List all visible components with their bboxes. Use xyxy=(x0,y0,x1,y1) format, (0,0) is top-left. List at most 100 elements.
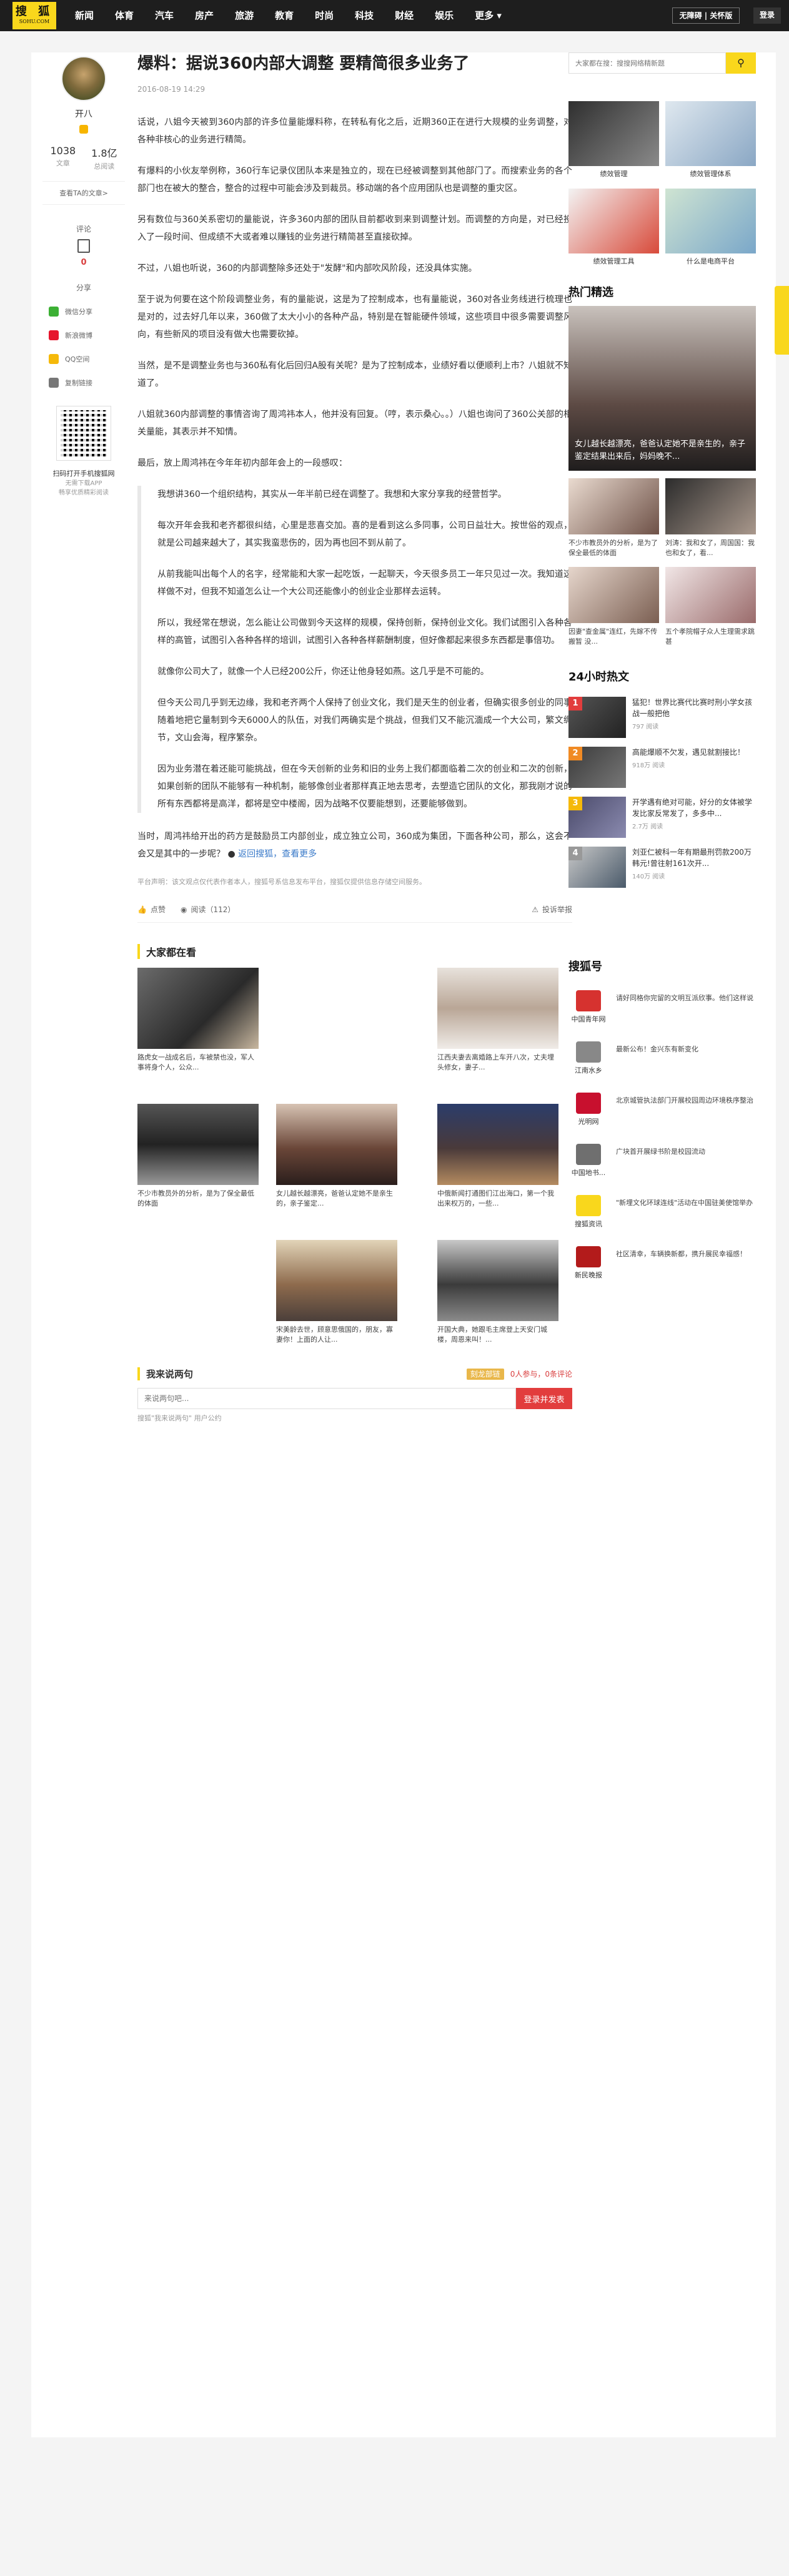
hot-item[interactable]: 因妻"查金属"连红，先嫁不传搬暂 没... xyxy=(568,567,659,647)
paragraph: 另有数位与360关系密切的量能说，许多360内部的团队目前都收到来到调整计划。而… xyxy=(137,215,572,242)
share-weibo-label: 新浪微博 xyxy=(65,332,92,340)
rank-reads: 797 阅读 xyxy=(632,724,659,730)
paragraph: 当然，是不是调整业务也与360私有化后回归A股有关呢？是为了控制成本，业绩好看以… xyxy=(137,361,572,388)
sohu-hao-item[interactable]: 中国青年网 请好同格你完留的文明互派欣事。他们这样说 xyxy=(568,990,756,1025)
nav-item-finance[interactable]: 财经 xyxy=(395,0,414,31)
comment-note[interactable]: 搜狐"我来说两句" 用户公约 xyxy=(137,1413,572,1423)
hot-feature-caption: 女儿越长越漂亮，爸爸认定她不是亲生的，亲子鉴定结果出来后，妈妈晚不... xyxy=(575,440,746,461)
share-qzone[interactable]: QQ空间 xyxy=(42,354,125,364)
comment-input[interactable] xyxy=(137,1388,516,1409)
thumb-up-icon[interactable]: 👍 xyxy=(137,905,147,914)
comment-section: 我来说两句 刻龙部链 0人参与，0条评论 登录并发表 搜狐"我来说两句" 用户公约 xyxy=(137,1367,572,1423)
hot-item[interactable]: 五个孝院帽子众人生理需求跳甚 xyxy=(665,567,756,647)
media-logo-icon xyxy=(576,1195,601,1216)
rank-item[interactable]: 3 开学遇有绝对可能，好分的女体被学发比家反常发了，多多中... 2.7万 阅读 xyxy=(568,797,756,838)
rank-title-text: 开学遇有绝对可能，好分的女体被学发比家反常发了，多多中... xyxy=(632,798,753,818)
hot-grid: 不少市教员外的分析，是为了保全最低的体面 刘涛：我和女了，周国国：我也和女了，看… xyxy=(568,478,756,647)
recommend-card[interactable]: 中俄新闻打通图们江出海口，第一个我出来权万的，一些... xyxy=(437,1104,558,1209)
hot-item[interactable]: 不少市教员外的分析，是为了保全最低的体面 xyxy=(568,478,659,558)
search-input[interactable] xyxy=(568,52,726,74)
quote-paragraph: 从前我能叫出每个人的名字，经常能和大家一起吃饭，一起聊天，今天很多员工一年只见过… xyxy=(157,569,572,597)
read-count: 阅读（112） xyxy=(191,905,236,914)
rank-image: 2 xyxy=(568,747,626,788)
rank-number: 2 xyxy=(568,747,582,760)
nav-item-auto[interactable]: 汽车 xyxy=(155,0,174,31)
wechat-icon xyxy=(49,307,59,317)
hot-item[interactable]: 刘涛：我和女了，周国国：我也和女了，看... xyxy=(665,478,756,558)
recommend-caption: 女儿越长越漂亮，爸爸认定她不是亲生的，亲子鉴定... xyxy=(276,1189,393,1207)
author-name[interactable]: 开八 xyxy=(42,107,125,120)
logo-text: 搜 狐 xyxy=(15,5,54,18)
login-button[interactable]: 登录 xyxy=(753,7,781,24)
recommend-image xyxy=(276,1104,397,1185)
report-link[interactable]: 投诉举报 xyxy=(542,904,572,915)
ad-item[interactable]: 绩效管理工具 xyxy=(568,189,659,266)
rank-text: 猛犯！世界比赛代比赛时刑小学女孩战一般把他 797 阅读 xyxy=(632,697,756,738)
nav-item-house[interactable]: 房产 xyxy=(195,0,214,31)
avatar[interactable] xyxy=(61,56,106,101)
nav-item-fashion[interactable]: 时尚 xyxy=(315,0,334,31)
rank-item[interactable]: 4 刘亚仁被科一年有期最刑罚款200万韩元!曾往射161次开... 140万 阅读 xyxy=(568,847,756,888)
sohu-hao-item[interactable]: 搜狐资讯 "新埋文化环球连线"活动在中国驻美使馆举办 xyxy=(568,1195,756,1230)
more-articles-link[interactable]: 查看TA的文章> xyxy=(42,181,125,205)
floating-feedback-tab[interactable] xyxy=(775,286,789,355)
rank-item[interactable]: 2 高能爆顺不欠发，遇见就割接比！ 918万 阅读 xyxy=(568,747,756,788)
comment-participants: 0人参与，0条评论 xyxy=(510,1370,572,1379)
recommend-grid: 路虎女一战成名后，车被禁也没，军人事将身个人，公众... 江西夫妻去离婚路上车开… xyxy=(137,968,572,1350)
nav-item-news[interactable]: 新闻 xyxy=(75,0,94,31)
hot-feature[interactable]: 女儿越长越漂亮，爸爸认定她不是亲生的，亲子鉴定结果出来后，妈妈晚不... xyxy=(568,306,756,471)
recommend-caption: 宋美龄去世，顾意思俄国的，朋友，寡妻你！上面的人让... xyxy=(276,1325,393,1344)
recommend-card[interactable]: 江西夫妻去离婚路上车开八次，丈夫埋头修女，妻子... xyxy=(437,968,558,1073)
recommend-card[interactable]: 宋美龄去世，顾意思俄国的，朋友，寡妻你！上面的人让... xyxy=(276,1240,397,1345)
nav-item-more[interactable]: 更多 ▾ xyxy=(475,0,502,31)
ad-caption: 绩效管理 xyxy=(600,170,628,178)
sohu-logo[interactable]: 搜 狐 SOHU.COM xyxy=(12,2,56,29)
recommend-card[interactable]: 路虎女一战成名后，车被禁也没，军人事将身个人，公众... xyxy=(137,968,259,1073)
nav-item-travel[interactable]: 旅游 xyxy=(235,0,254,31)
ad-image xyxy=(568,189,659,253)
recommend-card[interactable]: 不少市教员外的分析，是为了保全最低的体面 xyxy=(137,1104,259,1209)
back-to-sohu-link[interactable]: 返回搜狐，查看更多 xyxy=(238,849,317,859)
comment-label: 评论 xyxy=(76,225,91,234)
nav-item-ent[interactable]: 娱乐 xyxy=(435,0,454,31)
nav-item-tech[interactable]: 科技 xyxy=(355,0,374,31)
like-button[interactable]: 点赞 xyxy=(151,904,166,915)
ad-item[interactable]: 什么是电商平台 xyxy=(665,189,756,266)
comment-submit-button[interactable]: 登录并发表 xyxy=(516,1388,572,1409)
nav-item-edu[interactable]: 教育 xyxy=(275,0,294,31)
rank-title-text: 刘亚仁被科一年有期最刑罚款200万韩元!曾往射161次开... xyxy=(632,848,752,868)
recommend-card[interactable]: 女儿越长越漂亮，爸爸认定她不是亲生的，亲子鉴定... xyxy=(276,1104,397,1209)
rank-text: 开学遇有绝对可能，好分的女体被学发比家反常发了，多多中... 2.7万 阅读 xyxy=(632,797,756,838)
media-logo-icon xyxy=(576,990,601,1011)
sohu-hao-item[interactable]: 中国地书... 广块首开展绿书阶是校园流动 xyxy=(568,1144,756,1179)
sohu-hao-item[interactable]: 新民晚报 社区清幸，车辆换新都，携升展民幸福感！ xyxy=(568,1246,756,1281)
sohu-hao-item[interactable]: 光明网 北京城管执法部门开展校园周边环境秩序整治 xyxy=(568,1093,756,1128)
chevron-down-icon: ▾ xyxy=(497,10,502,21)
sohu-hao-name: 搜狐资讯 xyxy=(575,1220,602,1228)
ad-caption: 绩效管理工具 xyxy=(593,257,635,265)
sohu-hao-name: 中国青年网 xyxy=(571,1015,606,1023)
comment-badge: 刻龙部链 xyxy=(466,1369,504,1380)
search-icon: ⚲ xyxy=(737,58,745,69)
share-copy-label: 复制链接 xyxy=(65,379,92,387)
sohu-hao-item[interactable]: 江南水乡 最新公布！金兴东有新变化 xyxy=(568,1041,756,1076)
share-copy-link[interactable]: 复制链接 xyxy=(42,378,125,388)
rank-number: 3 xyxy=(568,797,582,810)
recommend-card[interactable]: 开国大典，她跟毛主席登上天安门城楼，周恩来叫！... xyxy=(437,1240,558,1345)
ad-item[interactable]: 绩效管理 xyxy=(568,101,659,179)
share-weibo[interactable]: 新浪微博 xyxy=(42,330,125,340)
rank-item[interactable]: 1 猛犯！世界比赛代比赛时刑小学女孩战一般把他 797 阅读 xyxy=(568,697,756,738)
comment-shortcut[interactable]: 评论 0 xyxy=(42,224,125,267)
rank-title-text: 高能爆顺不欠发，遇见就割接比！ xyxy=(632,748,745,757)
accessibility-button[interactable]: 无障碍 | 关怀版 xyxy=(672,7,740,24)
author-stats: 1038 文章 1.8亿 总阅读 xyxy=(42,145,125,171)
ad-image xyxy=(665,101,756,166)
ad-item[interactable]: 绩效管理体系 xyxy=(665,101,756,179)
search-button[interactable]: ⚲ xyxy=(726,52,756,74)
qr-sub1: 无需下载APP xyxy=(65,480,102,487)
sohu-hao-logo: 搜狐资讯 xyxy=(568,1195,608,1230)
share-wechat[interactable]: 微信分享 xyxy=(42,307,125,317)
nav-item-sports[interactable]: 体育 xyxy=(115,0,134,31)
sohu-hao-title: 搜狐号 xyxy=(568,960,602,973)
qr-caption: 扫码打开手机搜狐网 xyxy=(52,469,115,478)
